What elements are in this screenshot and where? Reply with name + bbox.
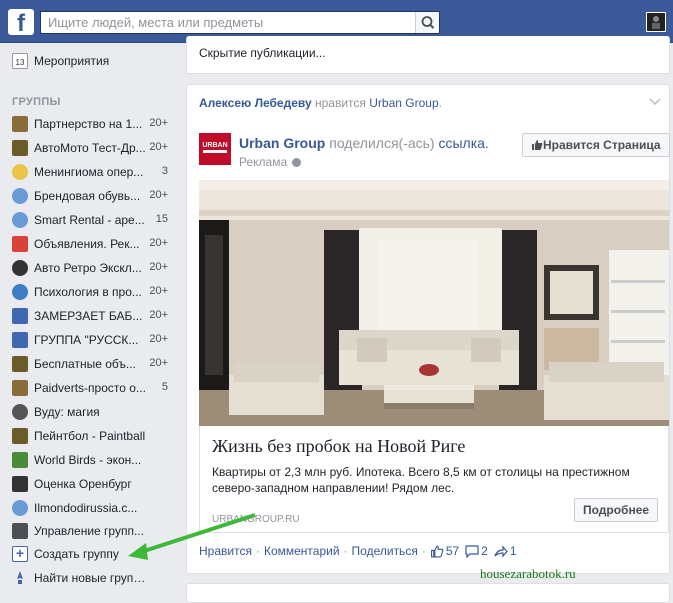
annotation-arrow xyxy=(128,513,256,560)
watermark-text: housezarabotok.ru xyxy=(480,566,576,581)
